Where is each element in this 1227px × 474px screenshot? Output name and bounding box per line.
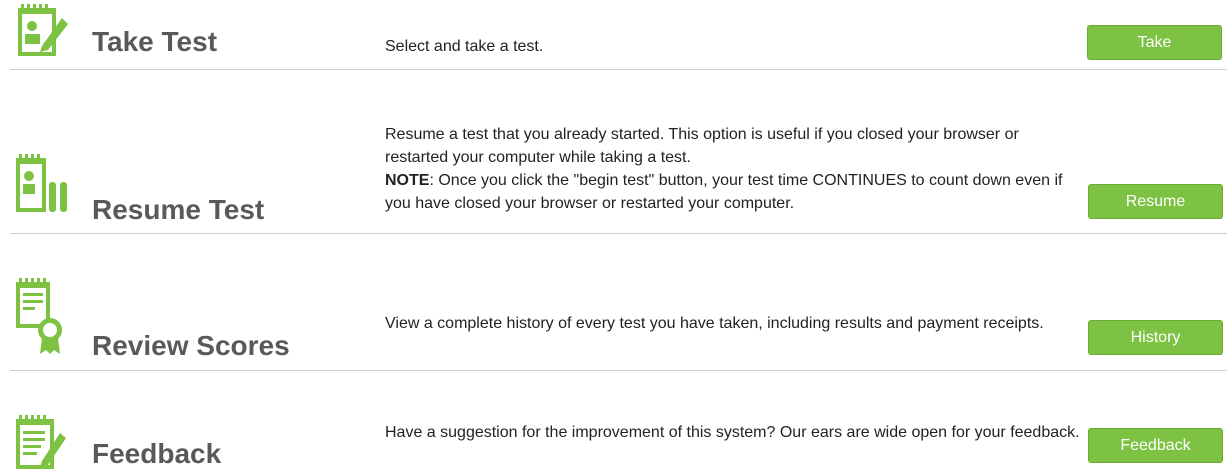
review-scores-row: Review Scores View a complete history of… [0,234,1227,371]
take-test-row: Take Test Select and take a test. Take [0,0,1227,70]
resume-note-text: : Once you click the "begin test" button… [385,172,1063,212]
history-button[interactable]: History [1088,320,1223,355]
take-test-description: Select and take a test. [385,38,544,55]
feedback-title: Feedback [92,438,222,469]
notepad-feedback-icon [16,415,66,469]
take-test-title: Take Test [92,26,218,57]
resume-test-description: Resume a test that you already started. … [385,123,1085,215]
feedback-description: Have a suggestion for the improvement of… [385,424,1080,441]
feedback-button[interactable]: Feedback [1088,428,1223,463]
resume-description-text: Resume a test that you already started. … [385,126,1019,166]
notepad-pencil-icon [18,4,68,56]
notepad-pause-icon [16,154,67,212]
notepad-ribbon-icon [16,278,62,354]
feedback-row: Feedback Have a suggestion for the impro… [0,371,1227,474]
resume-button[interactable]: Resume [1088,184,1223,219]
resume-note-label: NOTE [385,172,430,189]
review-scores-title: Review Scores [92,330,290,361]
resume-test-row: Resume Test Resume a test that you alrea… [0,70,1227,234]
resume-test-title: Resume Test [92,194,265,225]
review-scores-description: View a complete history of every test yo… [385,315,1044,332]
take-button[interactable]: Take [1087,25,1222,60]
